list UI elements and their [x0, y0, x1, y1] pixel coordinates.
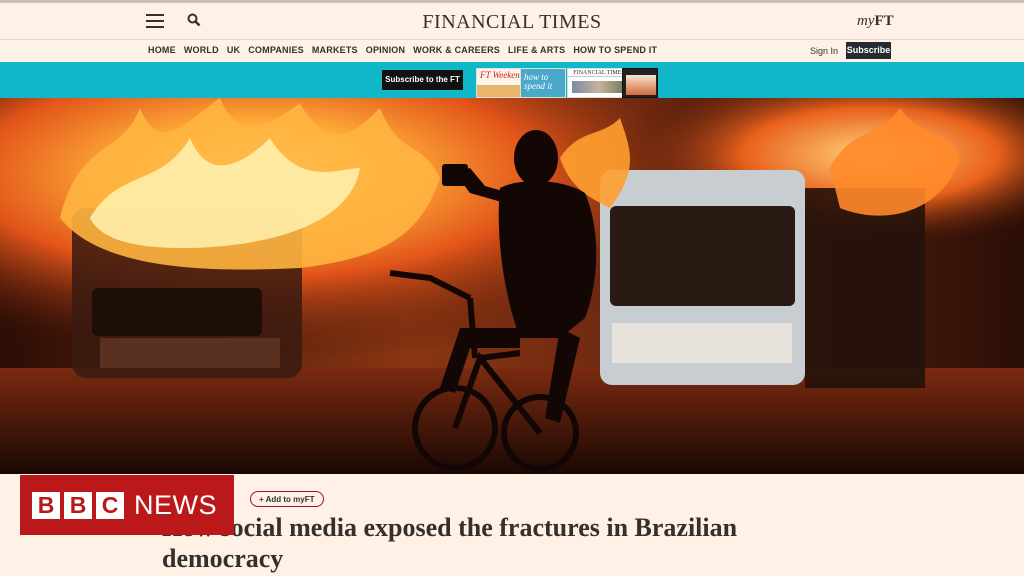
nav-items: HOME WORLD UK COMPANIES MARKETS OPINION … — [148, 45, 665, 55]
ft-top-bar: FINANCIAL TIMES myFT — [0, 0, 1024, 40]
nav-item-how-to-spend-it[interactable]: HOW TO SPEND IT — [573, 45, 657, 55]
bbc-letter-b1: B — [32, 492, 60, 519]
newspaper-title: FINANCIAL TIMES — [568, 69, 630, 77]
article-headline: How social media exposed the fractures i… — [162, 513, 738, 573]
main-nav: HOME WORLD UK COMPANIES MARKETS OPINION … — [0, 40, 1024, 62]
bbc-news-wordmark: NEWS — [134, 490, 217, 520]
hero-photo-illustration — [0, 98, 1024, 474]
subscribe-to-ft-button[interactable]: Subscribe to the FT — [382, 70, 463, 90]
nav-item-world[interactable]: WORLD — [184, 45, 219, 55]
bbc-letter-b2: B — [64, 492, 92, 519]
nav-item-companies[interactable]: COMPANIES — [248, 45, 304, 55]
tablet-device-image — [622, 68, 658, 98]
how-to-spend-it-magazine-image: how to spend it — [520, 68, 566, 98]
hero-photo-burning-buses — [0, 98, 1024, 474]
sign-in-link[interactable]: Sign In — [810, 46, 838, 56]
myft-suffix: FT — [874, 13, 894, 29]
nav-item-markets[interactable]: MARKETS — [312, 45, 358, 55]
add-to-myft-button[interactable]: + Add to myFT — [250, 491, 324, 507]
add-to-myft-label: Add to myFT — [265, 495, 315, 504]
subscription-banner[interactable]: Subscribe to the FT FT Weekend how to sp… — [0, 62, 1024, 98]
nav-item-uk[interactable]: UK — [227, 45, 240, 55]
how-to-spend-it-title: how to spend it — [524, 72, 553, 91]
bbc-news-logo: B B C NEWS — [20, 475, 234, 535]
nav-item-home[interactable]: HOME — [148, 45, 176, 55]
nav-item-work-careers[interactable]: WORK & CAREERS — [413, 45, 500, 55]
myft-link[interactable]: myFT — [857, 13, 894, 30]
subscribe-button[interactable]: Subscribe — [846, 42, 891, 59]
plus-icon: + — [259, 495, 264, 504]
nav-item-opinion[interactable]: OPINION — [366, 45, 405, 55]
bbc-blocks: B B C — [32, 492, 124, 519]
nav-item-life-arts[interactable]: LIFE & ARTS — [508, 45, 565, 55]
myft-prefix: my — [857, 13, 875, 29]
bbc-letter-c: C — [96, 492, 124, 519]
